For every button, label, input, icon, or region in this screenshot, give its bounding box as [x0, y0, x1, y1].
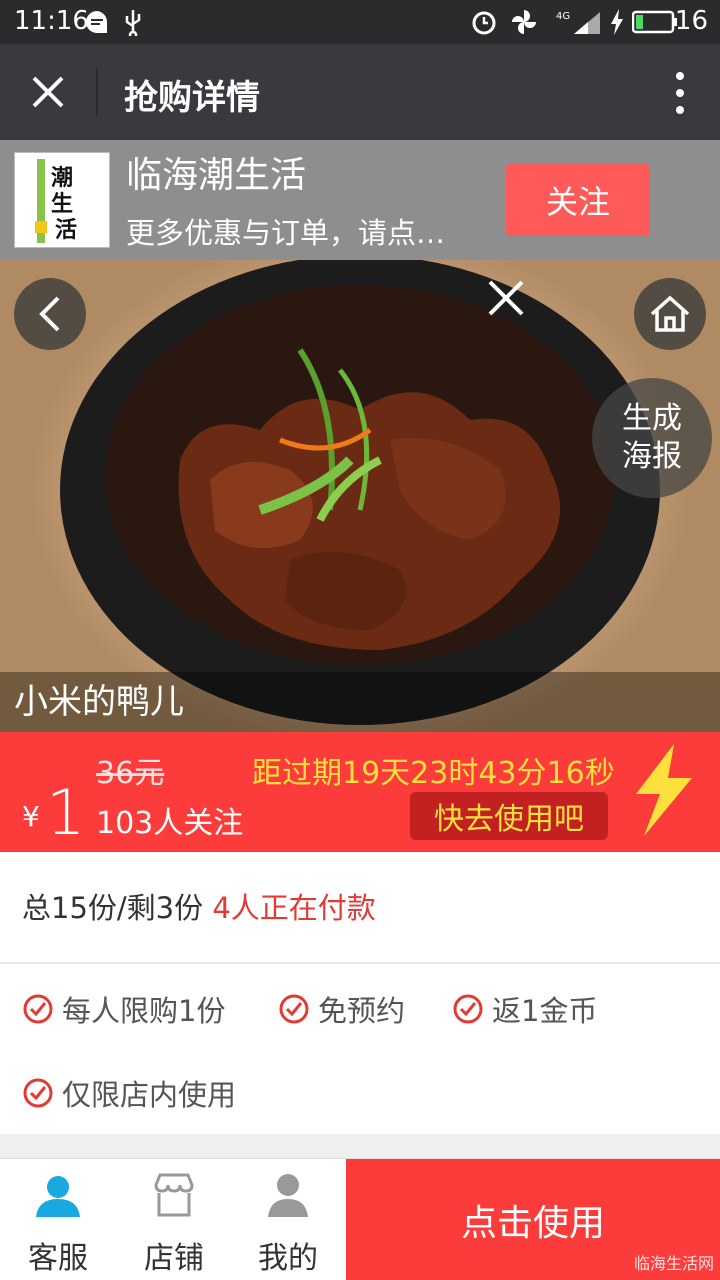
section-divider — [0, 1134, 720, 1158]
battery-level: 16 — [674, 6, 708, 36]
follow-button[interactable]: 关注 — [506, 164, 650, 236]
paying-count: 4人正在付款 — [212, 891, 376, 925]
svg-text:潮: 潮 — [51, 166, 73, 191]
feature-item: 每人限购1份 — [22, 988, 225, 1030]
status-bar: 11:16 4G 16 — [0, 0, 720, 44]
status-time: 11:16 — [14, 6, 89, 36]
chat-notification-icon — [84, 8, 110, 36]
feature-list: 每人限购1份 免预约 返1金币 仅限店内使用 — [0, 966, 720, 1134]
profile-icon — [268, 1174, 308, 1217]
chevron-left-icon — [39, 296, 60, 332]
check-circle-icon — [453, 994, 483, 1024]
charging-icon — [610, 8, 624, 36]
home-icon — [650, 295, 690, 332]
feature-label: 每人限购1份 — [62, 994, 226, 1028]
product-caption: 小米的鸭儿 — [0, 672, 720, 732]
follower-count: 103人关注 — [96, 806, 244, 841]
alarm-icon — [470, 8, 498, 36]
back-button[interactable] — [14, 278, 86, 350]
home-button[interactable] — [634, 278, 706, 350]
customer-service-icon — [36, 1176, 80, 1217]
bottom-nav: 客服 店铺 我的 点击使用 临海生活网 — [0, 1158, 720, 1280]
feature-label: 免预约 — [318, 994, 406, 1028]
shop-logo[interactable]: 潮 生 活 — [14, 152, 110, 248]
currency-symbol: ¥ — [22, 800, 40, 833]
tab-label: 客服 — [28, 1241, 88, 1276]
tab-label: 店铺 — [144, 1241, 204, 1276]
svg-text:生: 生 — [51, 192, 73, 217]
svg-text:活: 活 — [55, 218, 77, 243]
stock-info: 总15份/剩3份 4人正在付款 — [0, 852, 720, 964]
tab-customer-service[interactable]: 客服 — [0, 1159, 116, 1280]
check-circle-icon — [23, 1078, 53, 1108]
feature-item: 仅限店内使用 — [22, 1072, 236, 1114]
signal-4g-icon: 4G — [556, 8, 602, 36]
expiry-countdown: 距过期19天23时43分16秒 — [252, 756, 615, 791]
check-circle-icon — [23, 994, 53, 1024]
shop-name: 临海潮生活 — [126, 155, 307, 196]
close-icon[interactable] — [28, 72, 68, 112]
store-icon — [154, 1173, 194, 1217]
food-photo — [60, 260, 660, 725]
title-bar: 抢购详情 — [0, 44, 720, 140]
page-title: 抢购详情 — [124, 78, 260, 118]
stock-remaining: 总15份/剩3份 — [22, 891, 204, 925]
battery-icon — [632, 8, 678, 36]
title-divider — [96, 68, 98, 116]
pinwheel-icon — [510, 8, 538, 36]
close-image-icon[interactable] — [486, 278, 526, 318]
feature-item: 免预约 — [278, 988, 405, 1030]
svg-text:4G: 4G — [556, 11, 570, 22]
usb-icon — [122, 8, 144, 36]
feature-label: 仅限店内使用 — [62, 1078, 237, 1112]
tab-profile[interactable]: 我的 — [230, 1159, 346, 1280]
more-menu-icon[interactable] — [674, 72, 686, 114]
poster-label-line2: 海报 — [622, 439, 682, 474]
product-image: 生成 海报 小米的鸭儿 — [0, 260, 720, 732]
feature-label: 返1金币 — [492, 994, 598, 1028]
shop-header: 潮 生 活 临海潮生活 更多优惠与订单，请点… 关注 — [0, 140, 720, 260]
watermark: 临海生活网 — [633, 1254, 714, 1273]
tab-store[interactable]: 店铺 — [116, 1159, 232, 1280]
feature-item: 返1金币 — [452, 988, 597, 1030]
sale-price: 1 — [46, 776, 86, 849]
shop-subtitle: 更多优惠与订单，请点… — [126, 216, 446, 250]
original-price: 36元 — [96, 756, 165, 791]
use-now-button[interactable]: 快去使用吧 — [410, 792, 608, 840]
generate-poster-button[interactable]: 生成 海报 — [592, 378, 712, 498]
lightning-icon — [636, 744, 692, 836]
price-bar: ¥ 1 36元 103人关注 距过期19天23时43分16秒 快去使用吧 — [0, 732, 720, 852]
check-circle-icon — [279, 994, 309, 1024]
poster-label-line1: 生成 — [622, 401, 682, 436]
tab-label: 我的 — [258, 1241, 318, 1276]
